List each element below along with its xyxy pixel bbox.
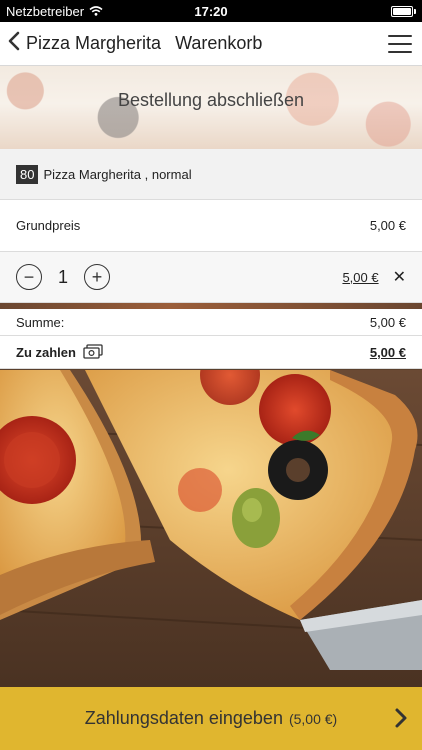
base-price-value: 5,00 € — [369, 218, 406, 233]
battery-fill — [393, 7, 411, 15]
status-bar: Netzbetreiber 17:20 — [0, 0, 422, 22]
order-summary: Summe: 5,00 € Zu zahlen 5,00 € — [0, 309, 422, 369]
item-number-badge: 80 — [16, 164, 39, 184]
sum-value: 5,00 € — [369, 314, 406, 330]
remove-item-button[interactable]: ✕ — [393, 267, 406, 287]
nav-bar: Pizza Margherita Warenkorb — [0, 22, 422, 66]
line-total[interactable]: 5,00 € — [342, 270, 378, 285]
money-icon — [82, 344, 104, 360]
pay-label: Zu zahlen — [16, 344, 76, 360]
plus-icon: + — [91, 267, 103, 287]
pizza-hero-image — [0, 370, 422, 687]
wifi-icon — [89, 4, 103, 19]
battery-icon — [391, 5, 416, 17]
minus-icon: − — [23, 267, 35, 287]
pay-value: 5,00 € — [369, 344, 406, 360]
quantity-value: 1 — [57, 266, 68, 287]
nav-subtitle: Warenkorb — [175, 33, 263, 53]
back-button[interactable]: Pizza Margherita — [8, 31, 161, 56]
item-header: 80 Pizza Margherita , normal — [0, 149, 422, 200]
header-banner: Bestellung abschließen — [0, 66, 422, 149]
sum-row: Summe: 5,00 € — [0, 309, 422, 336]
quantity-row: − 1 + 5,00 € ✕ — [0, 252, 422, 303]
pay-row: Zu zahlen 5,00 € — [0, 336, 422, 369]
checkout-amount: (5,00 €) — [288, 710, 338, 727]
decrement-button[interactable]: − — [16, 264, 42, 290]
status-left: Netzbetreiber — [6, 4, 103, 19]
checkout-label: Zahlungsdaten eingeben — [84, 708, 283, 728]
cart-item-panel: 80 Pizza Margherita , normal Grundpreis … — [0, 149, 422, 303]
banner-title: Bestellung abschließen — [117, 90, 305, 110]
increment-button[interactable]: + — [84, 264, 110, 290]
base-price-row: Grundpreis 5,00 € — [0, 200, 422, 252]
item-name: Pizza Margherita , normal — [43, 166, 192, 182]
chevron-right-icon — [394, 707, 408, 734]
nav-title: Pizza Margherita — [26, 33, 162, 53]
checkout-button[interactable]: Zahlungsdaten eingeben (5,00 €) — [0, 687, 422, 750]
chevron-left-icon — [8, 31, 20, 56]
base-price-label: Grundpreis — [16, 218, 81, 233]
hamburger-menu-icon[interactable] — [388, 34, 412, 53]
sum-label: Summe: — [16, 314, 65, 330]
carrier-label: Netzbetreiber — [6, 3, 85, 19]
